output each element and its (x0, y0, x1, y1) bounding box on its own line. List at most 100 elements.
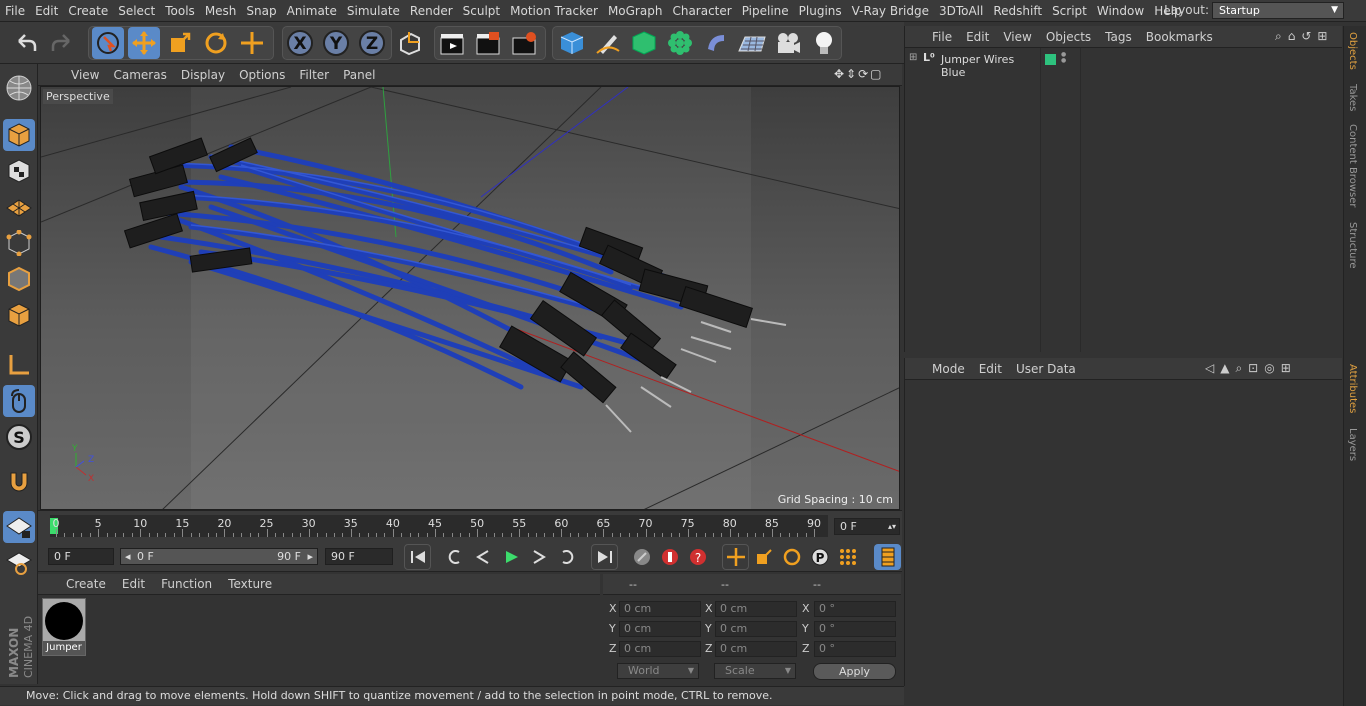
subdivision-surface-button[interactable] (628, 27, 660, 59)
start-frame-field[interactable]: 0 F (48, 548, 114, 565)
frame-range-slider[interactable]: ◂ 0 F 90 F ▸ (120, 548, 318, 565)
key-position-button[interactable] (722, 544, 749, 570)
tab-takes[interactable]: Takes (1347, 84, 1358, 111)
mat-menu-edit[interactable]: Edit (114, 577, 153, 591)
camera-button[interactable] (772, 27, 804, 59)
menu-simulate[interactable]: Simulate (342, 4, 405, 18)
go-to-start-button[interactable] (404, 544, 431, 570)
key-parameter-button[interactable]: P (806, 544, 833, 570)
key-scale-button[interactable] (750, 544, 777, 570)
floor-environment-button[interactable] (736, 27, 768, 59)
autokey-button[interactable]: ? (684, 544, 711, 570)
solo-button[interactable]: S (3, 421, 35, 453)
attribute-tool-icons[interactable]: ◁▲⌕⊡◎⊞ (1205, 361, 1297, 376)
apply-button[interactable]: Apply (813, 663, 896, 680)
layout-dropdown[interactable]: Startup ▼ (1212, 2, 1344, 19)
edges-mode-button[interactable] (3, 263, 35, 295)
x-axis-lock-button[interactable]: X (284, 27, 316, 59)
attr-menu-edit[interactable]: Edit (972, 362, 1009, 376)
expand-icon[interactable]: ⊞ (909, 52, 917, 63)
polygons-mode-button[interactable] (3, 299, 35, 331)
menu-sculpt[interactable]: Sculpt (458, 4, 505, 18)
render-view-button[interactable] (436, 27, 468, 59)
menu-file[interactable]: File (0, 4, 30, 18)
workplane-orientation-button[interactable] (3, 547, 35, 579)
coordinate-mode-dropdown[interactable]: World ▼ (617, 663, 699, 679)
redo-button[interactable] (46, 27, 78, 59)
menu-edit[interactable]: Edit (30, 4, 63, 18)
rot-y-field[interactable]: 0 ° (814, 621, 896, 637)
pos-y-field[interactable]: 0 cm (619, 621, 701, 637)
menu-plugins[interactable]: Plugins (794, 4, 847, 18)
mat-menu-function[interactable]: Function (153, 577, 220, 591)
menu-select[interactable]: Select (113, 4, 160, 18)
vp-menu-display[interactable]: Display (174, 68, 232, 82)
make-editable-button[interactable] (3, 72, 35, 104)
tab-objects[interactable]: Objects (1347, 32, 1358, 70)
snapping-button[interactable] (3, 466, 35, 498)
vp-menu-filter[interactable]: Filter (292, 68, 336, 82)
array-cloner-button[interactable] (664, 27, 696, 59)
light-button[interactable] (808, 27, 840, 59)
tab-structure[interactable]: Structure (1347, 222, 1358, 269)
3d-viewport[interactable]: Y Z X Perspective Grid Spacing : 10 cm (40, 86, 900, 510)
timeline-window-button[interactable] (874, 544, 901, 570)
play-button[interactable] (497, 544, 524, 570)
current-frame-field[interactable]: 0 F ▴▾ (834, 518, 900, 535)
menu-pipeline[interactable]: Pipeline (737, 4, 794, 18)
viewport-nav-icons[interactable]: ✥⇕⟳▢ (834, 67, 884, 81)
previous-key-button[interactable] (441, 544, 468, 570)
menu-render[interactable]: Render (405, 4, 458, 18)
mat-menu-create[interactable]: Create (58, 577, 114, 591)
tab-content-browser[interactable]: Content Browser (1347, 124, 1358, 207)
size-x-field[interactable]: 0 cm (715, 601, 797, 617)
timeline-ruler[interactable]: 0 5 10 15 20 25 30 35 40 45 50 55 60 65 70 75 80 85 90 (50, 515, 828, 537)
end-frame-field[interactable]: 90 F (325, 548, 393, 565)
render-settings-button[interactable] (508, 27, 540, 59)
previous-frame-button[interactable] (469, 544, 496, 570)
object-manager-tool-icons[interactable]: ⌕⌂↺⊞ (1275, 29, 1333, 44)
workplane-mode-button[interactable] (3, 191, 35, 223)
tab-attributes[interactable]: Attributes (1347, 364, 1358, 413)
z-axis-lock-button[interactable]: Z (356, 27, 388, 59)
enable-axis-button[interactable] (3, 349, 35, 381)
obj-menu-bookmarks[interactable]: Bookmarks (1139, 30, 1220, 44)
next-key-button[interactable] (553, 544, 580, 570)
scale-tool-button[interactable] (164, 27, 196, 59)
undo-button[interactable] (10, 27, 42, 59)
move-tool-button[interactable] (128, 27, 160, 59)
attr-menu-user-data[interactable]: User Data (1009, 362, 1083, 376)
menu-character[interactable]: Character (667, 4, 736, 18)
pos-z-field[interactable]: 0 cm (619, 641, 701, 657)
size-mode-dropdown[interactable]: Scale ▼ (714, 663, 796, 679)
vp-menu-cameras[interactable]: Cameras (106, 68, 173, 82)
menu-redshift[interactable]: Redshift (988, 4, 1047, 18)
record-off-button[interactable] (628, 544, 655, 570)
live-selection-button[interactable] (92, 27, 124, 59)
menu-mograph[interactable]: MoGraph (603, 4, 668, 18)
go-to-end-button[interactable] (591, 544, 618, 570)
vp-menu-options[interactable]: Options (232, 68, 292, 82)
vp-menu-panel[interactable]: Panel (336, 68, 382, 82)
menu-snap[interactable]: Snap (241, 4, 281, 18)
layer-color-swatch[interactable] (1045, 54, 1056, 65)
size-z-field[interactable]: 0 cm (715, 641, 797, 657)
cube-button[interactable] (556, 27, 588, 59)
menu-window[interactable]: Window (1092, 4, 1149, 18)
menu-tools[interactable]: Tools (160, 4, 200, 18)
tab-layers[interactable]: Layers (1347, 428, 1358, 461)
menu-vray-bridge[interactable]: V-Ray Bridge (847, 4, 934, 18)
record-keys-button[interactable] (656, 544, 683, 570)
key-rotation-button[interactable] (778, 544, 805, 570)
menu-create[interactable]: Create (63, 4, 113, 18)
rotate-tool-button[interactable] (200, 27, 232, 59)
size-y-field[interactable]: 0 cm (715, 621, 797, 637)
obj-menu-file[interactable]: File (925, 30, 959, 44)
render-picture-viewer-button[interactable] (472, 27, 504, 59)
menu-motion-tracker[interactable]: Motion Tracker (505, 4, 603, 18)
deformer-button[interactable] (700, 27, 732, 59)
texture-mode-button[interactable] (3, 155, 35, 187)
tweak-mode-button[interactable] (3, 385, 35, 417)
key-pla-button[interactable] (834, 544, 861, 570)
obj-menu-objects[interactable]: Objects (1039, 30, 1098, 44)
